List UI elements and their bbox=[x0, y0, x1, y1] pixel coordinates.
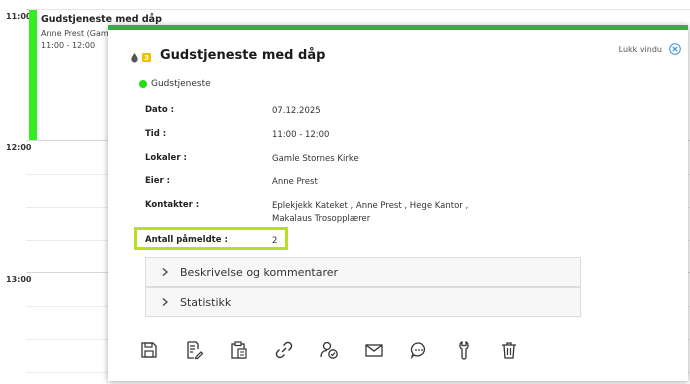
save-button[interactable] bbox=[138, 339, 160, 361]
accordion-description[interactable]: Beskrivelse og kommentarer bbox=[145, 257, 581, 287]
event-person: Anne Prest (Gam bbox=[41, 29, 109, 38]
accordion-statistics[interactable]: Statistikk bbox=[145, 287, 581, 317]
delete-button[interactable] bbox=[498, 339, 520, 361]
field-label: Lokaler : bbox=[145, 153, 187, 163]
chevron-right-icon bbox=[162, 298, 168, 306]
contacts-line: Eplekjekk Kateket , Anne Prest , Hege Ka… bbox=[272, 201, 469, 211]
edit-button[interactable] bbox=[183, 339, 205, 361]
event-title: Gudstjeneste med dåp bbox=[41, 14, 162, 25]
hour-label: 11:00 bbox=[6, 12, 32, 21]
close-icon[interactable] bbox=[669, 43, 681, 55]
field-value: 11:00 - 12:00 bbox=[272, 130, 330, 140]
comment-button[interactable] bbox=[408, 339, 430, 361]
user-check-icon bbox=[320, 341, 338, 359]
link-icon bbox=[275, 341, 293, 359]
highlight-box bbox=[134, 227, 288, 250]
contacts-line: Makalaus Trosopplærer bbox=[272, 214, 371, 224]
trash-icon bbox=[502, 342, 516, 359]
tools-button[interactable] bbox=[453, 339, 475, 361]
close-window-link[interactable]: Lukk vindu bbox=[619, 45, 662, 54]
count-badge-icon: 3 bbox=[142, 53, 151, 62]
event-category: Gudstjeneste bbox=[139, 79, 211, 89]
accordion-label: Statistikk bbox=[180, 295, 232, 309]
event-detail-popup: 3 Gudstjeneste med dåp Lukk vindu Gudstj… bbox=[108, 25, 688, 381]
field-value: Anne Prest bbox=[272, 177, 318, 187]
email-button[interactable] bbox=[363, 339, 385, 361]
category-label: Gudstjeneste bbox=[151, 79, 211, 89]
chevron-right-icon bbox=[162, 268, 168, 276]
field-value: 07.12.2025 bbox=[272, 106, 321, 116]
hour-label: 12:00 bbox=[6, 143, 32, 152]
field-value: Gamle Stornes Kirke bbox=[272, 154, 359, 164]
field-label: Eier : bbox=[145, 176, 171, 186]
field-label: Dato : bbox=[145, 105, 175, 115]
edit-icon bbox=[187, 341, 204, 360]
chat-icon bbox=[410, 342, 426, 360]
popup-title: Gudstjeneste med dåp bbox=[160, 48, 326, 63]
copy-button[interactable] bbox=[228, 339, 250, 361]
save-icon bbox=[141, 342, 157, 358]
action-toolbar bbox=[138, 339, 543, 361]
clipboard-icon bbox=[231, 341, 247, 359]
assign-button[interactable] bbox=[318, 339, 340, 361]
event-color-bar bbox=[29, 10, 37, 140]
accordion-label: Beskrivelse og kommentarer bbox=[180, 265, 339, 279]
hour-label: 13:00 bbox=[6, 275, 32, 284]
category-dot-icon bbox=[139, 80, 147, 88]
wrench-icon bbox=[459, 340, 469, 360]
water-drop-icon bbox=[131, 53, 138, 63]
event-type-icons: 3 bbox=[130, 52, 151, 63]
event-time: 11:00 - 12:00 bbox=[41, 41, 96, 50]
field-label: Tid : bbox=[145, 129, 167, 139]
link-button[interactable] bbox=[273, 339, 295, 361]
field-label: Kontakter : bbox=[145, 200, 200, 210]
mail-icon bbox=[365, 344, 383, 357]
